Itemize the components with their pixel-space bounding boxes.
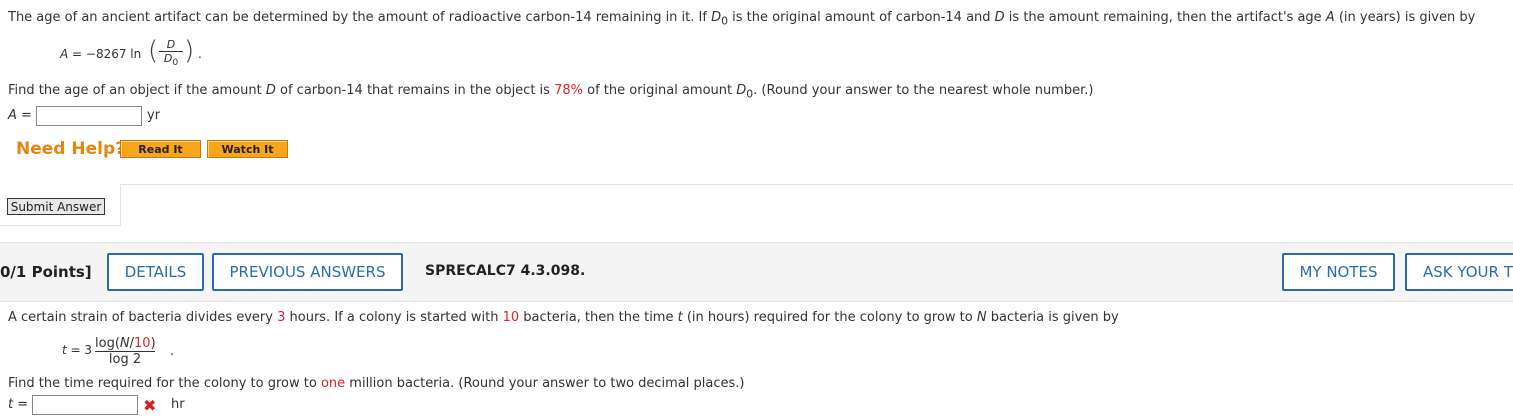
- intro-mid2: is the amount remaining, then the artifa…: [1004, 10, 1326, 25]
- answer-t-input[interactable]: [32, 395, 138, 415]
- answer-a-input[interactable]: [36, 106, 142, 126]
- question-text-d: . (Round your answer to the nearest whol…: [753, 83, 1094, 98]
- question-text-a: Find the age of an object if the amount: [8, 83, 266, 98]
- p2-question-a: Find the time required for the colony to…: [8, 376, 321, 391]
- problem2-question: Find the time required for the colony to…: [8, 376, 745, 391]
- formula-var-a: A: [60, 47, 69, 61]
- num-close: ): [150, 336, 156, 351]
- my-notes-button[interactable]: MY NOTES: [1282, 253, 1395, 291]
- formula2-period: .: [170, 344, 175, 359]
- fraction2-denominator: log 2: [108, 352, 142, 367]
- answer-a-unit: yr: [147, 108, 161, 123]
- problem-code: SPRECALC7 4.3.098.: [425, 263, 586, 279]
- question-var-d: D: [265, 83, 276, 98]
- watch-it-button[interactable]: Watch It: [207, 140, 288, 158]
- p2-intro-b: hours. If a colony is started with: [285, 310, 503, 325]
- incorrect-x-icon: ✖: [143, 396, 157, 415]
- var-n: N: [976, 310, 987, 325]
- problem2-intro: A certain strain of bacteria divides eve…: [8, 310, 1119, 325]
- question-header-bar: 0/1 Points] DETAILS PREVIOUS ANSWERS SPR…: [0, 242, 1513, 302]
- answer-t-label: t =: [8, 397, 29, 412]
- details-button[interactable]: DETAILS: [107, 253, 204, 291]
- submit-area: Submit Answer: [0, 184, 1513, 240]
- percent-value: 78%: [554, 83, 583, 98]
- left-paren: (: [148, 36, 159, 66]
- formula-fraction: D D0: [159, 38, 183, 69]
- num-var-n: N: [119, 336, 130, 351]
- points-label: 0/1 Points]: [0, 263, 92, 281]
- formula2-fraction: log(N/10) log 2: [95, 336, 156, 367]
- var-d0: D: [711, 10, 722, 25]
- intro-end: (in years) is given by: [1334, 10, 1476, 25]
- submit-box: Submit Answer: [0, 184, 121, 226]
- formula2-left: t =: [62, 343, 85, 357]
- need-help-label: Need Help?: [16, 139, 125, 159]
- previous-answers-button[interactable]: PREVIOUS ANSWERS: [212, 253, 403, 291]
- p2-intro-d: (in hours) required for the colony to gr…: [682, 310, 977, 325]
- var-a: A: [1325, 10, 1335, 25]
- problem1-question: Find the age of an object if the amount …: [8, 83, 1093, 101]
- one-value: one: [320, 376, 346, 391]
- answer-a-label: A =: [8, 108, 32, 123]
- denominator-sub: 0: [172, 57, 179, 69]
- formula2-coef: 3: [84, 343, 93, 357]
- formula-period: .: [198, 47, 202, 61]
- question-text-b: of carbon-14 that remains in the object …: [275, 83, 555, 98]
- submit-answer-button[interactable]: Submit Answer: [7, 198, 105, 215]
- read-it-button[interactable]: Read It: [120, 140, 201, 158]
- p2-intro-e: bacteria is given by: [986, 310, 1119, 325]
- p2-intro-c: bacteria, then the time: [519, 310, 678, 325]
- p2-question-b: million bacteria. (Round your answer to …: [345, 376, 745, 391]
- sub-0: 0: [721, 14, 728, 28]
- problem1-intro: The age of an ancient artifact can be de…: [8, 10, 1475, 28]
- intro-text: The age of an ancient artifact can be de…: [8, 10, 707, 25]
- ask-your-teacher-button[interactable]: ASK YOUR T: [1405, 253, 1513, 291]
- answer-t-unit: hr: [171, 397, 185, 412]
- var-d: D: [994, 10, 1005, 25]
- p2-intro-a: A certain strain of bacteria divides eve…: [8, 310, 278, 325]
- question-var-d0: D: [736, 83, 747, 98]
- num-log: log(: [95, 336, 120, 351]
- formula-eq: = −8267 ln: [68, 47, 142, 61]
- fraction-numerator: D: [166, 38, 176, 51]
- intro-mid: is the original amount of carbon-14 and: [728, 10, 995, 25]
- start-count-value: 10: [502, 310, 520, 325]
- num-10: 10: [134, 336, 151, 351]
- right-paren: ): [184, 36, 195, 66]
- question-text-c: of the original amount: [582, 83, 737, 98]
